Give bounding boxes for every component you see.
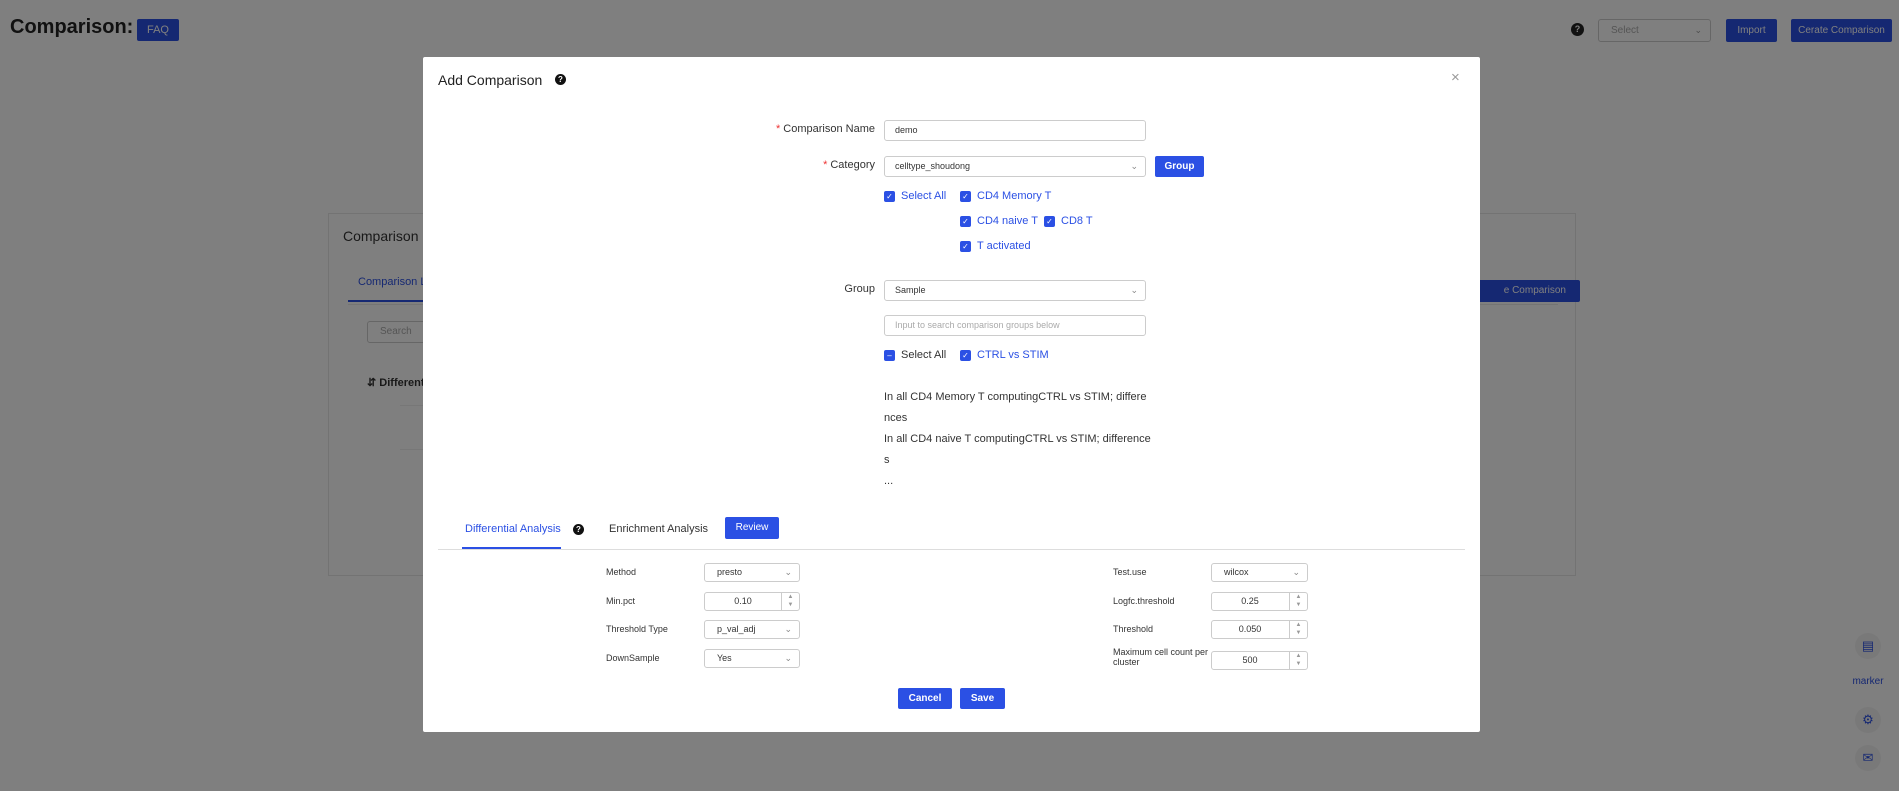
comparison-note: ... (884, 475, 894, 487)
checkbox-label: CTRL vs STIM (977, 349, 1049, 361)
logfc-threshold-stepper[interactable]: 0.25 ▲ ▼ (1211, 592, 1308, 611)
required-marker: * (823, 159, 828, 171)
chevron-down-icon: ⌄ (1130, 161, 1138, 171)
group-button[interactable]: Group (1155, 156, 1204, 177)
stepper-arrows-icon[interactable]: ▲ ▼ (1289, 652, 1307, 669)
checkbox-label: Select All (901, 349, 947, 361)
logfc-threshold-label: Logfc.threshold (1113, 596, 1175, 606)
group-select-all-checkbox[interactable]: – Select All (884, 349, 946, 361)
checkbox-label: CD8 T (1061, 215, 1093, 227)
max-cell-count-label: Maximum cell count per cluster (1113, 647, 1209, 667)
checkbox-label: CD4 Memory T (977, 190, 1052, 202)
test-use-select[interactable]: wilcox ⌄ (1211, 563, 1308, 582)
threshold-label: Threshold (1113, 624, 1154, 634)
tab-divider (438, 549, 1465, 550)
comparison-name-input[interactable]: demo (884, 120, 1146, 141)
chevron-down-icon: ⌄ (784, 653, 792, 663)
comparison-name-label: * Comparison Name (663, 123, 875, 135)
checkbox-checked-icon: ✓ (960, 240, 971, 252)
threshold-type-value: p_val_adj (717, 624, 756, 634)
chevron-down-icon: ⌄ (784, 624, 792, 634)
category-option-checkbox[interactable]: ✓ T activated (960, 240, 1031, 252)
chevron-down-icon: ⌄ (784, 567, 792, 577)
min-pct-value: 0.10 (734, 596, 752, 606)
comparison-note: s (884, 454, 890, 466)
tab-enrichment-analysis[interactable]: Enrichment Analysis (609, 523, 708, 535)
min-pct-label: Min.pct (606, 596, 636, 606)
add-comparison-modal: Add Comparison ? × * Comparison Name demo… (423, 57, 1480, 732)
threshold-type-label: Threshold Type (606, 624, 668, 634)
stepper-arrows-icon[interactable]: ▲ ▼ (781, 593, 799, 610)
help-icon[interactable]: ? (555, 74, 566, 85)
downsample-label: DownSample (606, 653, 660, 663)
downsample-select[interactable]: Yes ⌄ (704, 649, 800, 668)
cancel-button[interactable]: Cancel (898, 688, 952, 709)
checkbox-label: T activated (977, 240, 1031, 252)
category-option-checkbox[interactable]: ✓ CD4 Memory T (960, 190, 1051, 202)
method-label: Method (606, 567, 637, 577)
checkbox-checked-icon: ✓ (960, 215, 971, 227)
group-search-input[interactable]: Input to search comparison groups below (884, 315, 1146, 336)
comparison-name-label-text: Comparison Name (783, 123, 875, 135)
save-button[interactable]: Save (960, 688, 1005, 709)
checkbox-label: CD4 naive T (977, 215, 1038, 227)
checkbox-indeterminate-icon: – (884, 349, 895, 361)
group-select[interactable]: Sample ⌄ (884, 280, 1146, 301)
category-select-all-checkbox[interactable]: ✓ Select All (884, 190, 946, 202)
group-option-checkbox[interactable]: ✓ CTRL vs STIM (960, 349, 1049, 361)
comparison-note: nces (884, 412, 908, 424)
category-label-text: Category (830, 159, 875, 171)
checkbox-label: Select All (901, 190, 947, 202)
test-use-label: Test.use (1113, 567, 1147, 577)
category-option-checkbox[interactable]: ✓ CD8 T (1044, 215, 1093, 227)
checkbox-checked-icon: ✓ (884, 190, 895, 202)
downsample-value: Yes (717, 653, 732, 663)
checkbox-checked-icon: ✓ (1044, 215, 1055, 227)
required-marker: * (776, 123, 781, 135)
category-select[interactable]: celltype_shoudong ⌄ (884, 156, 1146, 177)
method-value: presto (717, 567, 743, 577)
comparison-note: In all CD4 naive T computingCTRL vs STIM… (884, 433, 1151, 445)
close-icon[interactable]: × (1451, 69, 1460, 86)
max-cell-count-stepper[interactable]: 500 ▲ ▼ (1211, 651, 1308, 670)
checkbox-checked-icon: ✓ (960, 190, 971, 202)
threshold-stepper[interactable]: 0.050 ▲ ▼ (1211, 620, 1308, 639)
group-value: Sample (895, 285, 926, 295)
chevron-down-icon: ⌄ (1130, 285, 1138, 295)
logfc-threshold-value: 0.25 (1241, 596, 1259, 606)
stepper-arrows-icon[interactable]: ▲ ▼ (1289, 593, 1307, 610)
checkbox-checked-icon: ✓ (960, 349, 971, 361)
category-value: celltype_shoudong (895, 161, 971, 171)
category-option-checkbox[interactable]: ✓ CD4 naive T (960, 215, 1038, 227)
method-select[interactable]: presto ⌄ (704, 563, 800, 582)
stepper-arrows-icon[interactable]: ▲ ▼ (1289, 621, 1307, 638)
chevron-down-icon: ⌄ (1292, 567, 1300, 577)
threshold-value: 0.050 (1238, 624, 1262, 634)
review-button[interactable]: Review (725, 517, 779, 539)
group-label: Group (844, 283, 875, 295)
test-use-value: wilcox (1224, 567, 1249, 577)
category-label: * Category (663, 159, 875, 171)
tab-differential-analysis[interactable]: Differential Analysis (465, 523, 561, 535)
comparison-note: In all CD4 Memory T computingCTRL vs STI… (884, 391, 1147, 403)
threshold-type-select[interactable]: p_val_adj ⌄ (704, 620, 800, 639)
modal-title: Add Comparison (438, 72, 543, 88)
max-cell-count-value: 500 (1242, 655, 1258, 665)
help-icon[interactable]: ? (573, 524, 584, 535)
min-pct-stepper[interactable]: 0.10 ▲ ▼ (704, 592, 800, 611)
